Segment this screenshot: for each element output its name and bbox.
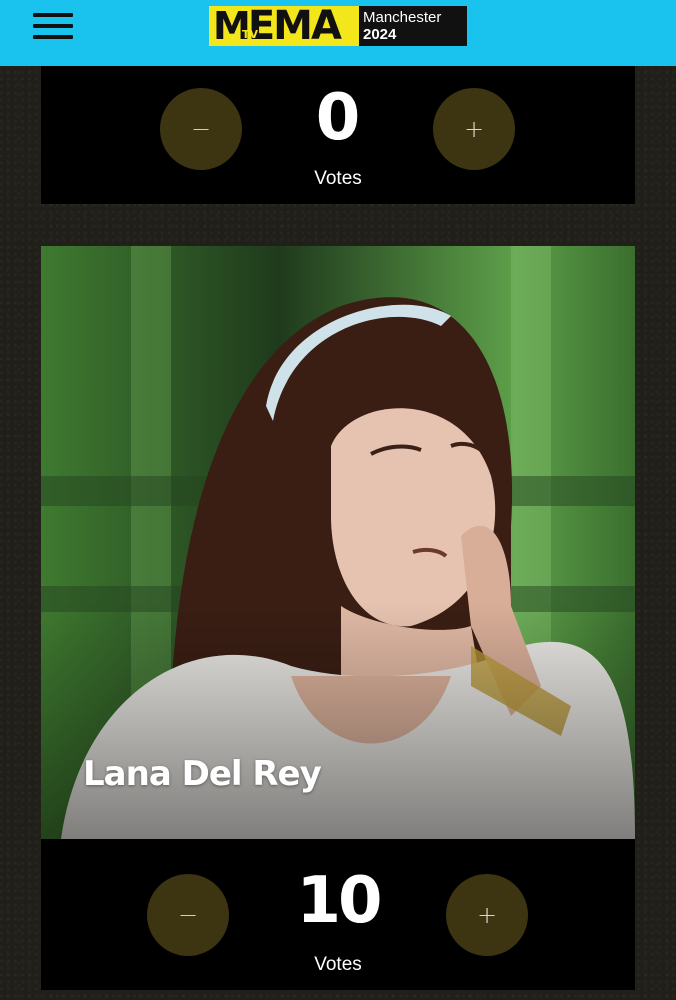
increase-vote-button[interactable]: + — [446, 874, 528, 956]
logo-location: Manchester 2024 — [359, 6, 467, 46]
logo-ema: EMA — [247, 6, 342, 46]
logo-city: Manchester — [363, 9, 442, 26]
menu-icon[interactable] — [33, 13, 73, 39]
vote-count: 10 — [296, 864, 382, 938]
logo-year: 2024 — [363, 26, 397, 43]
menu-line — [33, 24, 73, 28]
vote-panel-previous: − 0 + Votes — [41, 66, 635, 204]
votes-label: Votes — [314, 168, 362, 189]
nominee-card: Lana Del Rey — [41, 246, 635, 839]
menu-line — [33, 13, 73, 17]
increase-vote-button[interactable]: + — [433, 88, 515, 170]
vote-panel-lana-del-rey: − 10 + Votes — [41, 839, 635, 990]
logo-mark: M TV EMA — [209, 6, 359, 46]
mtv-ema-logo[interactable]: M TV EMA Manchester 2024 — [209, 6, 467, 46]
artist-portrait — [41, 246, 635, 839]
vote-count: 0 — [315, 81, 361, 155]
votes-label: Votes — [314, 954, 362, 975]
top-nav-bar: M TV EMA Manchester 2024 — [0, 0, 676, 66]
nominee-name: Lana Del Rey — [83, 754, 322, 794]
menu-line — [33, 35, 73, 39]
logo-tv: TV — [242, 28, 259, 41]
